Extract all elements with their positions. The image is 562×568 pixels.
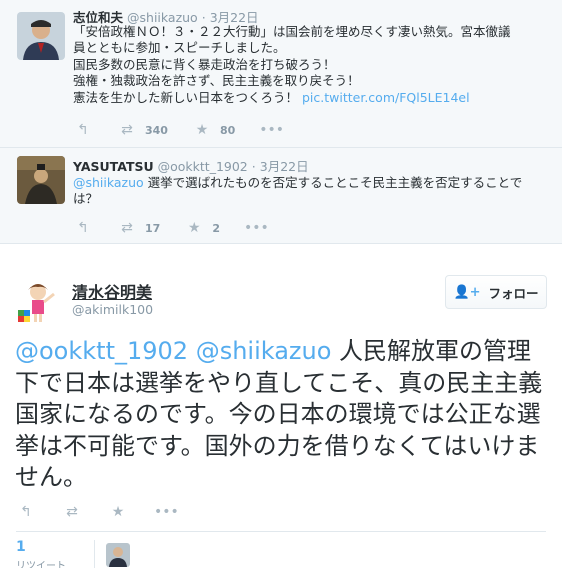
favorite-button[interactable]: ★ 2 [184, 221, 220, 235]
separator: · [201, 10, 206, 25]
retweet-button[interactable]: ⇄ 17 [117, 221, 160, 235]
tweet-yasutatsu[interactable]: YASUTATSU @ookktt_1902 · 3月22日 @shiikazuo 選… [0, 148, 562, 244]
reply-icon: ↰ [77, 220, 89, 236]
retweet-icon: ⇄ [66, 504, 78, 520]
separator: · [251, 159, 256, 174]
tweet-line: 憲法を生かした新しい日本をつくろう！ pic.twitter.com/FQl5L… [73, 90, 543, 106]
more-icon: ••• [259, 122, 285, 138]
retweet-button[interactable]: ⇄ [62, 505, 82, 519]
tweet-line-text: 憲法を生かした新しい日本をつくろう！ [73, 89, 302, 105]
tweet-line: 「安倍政権ＮＯ！３・２２大行動」は国会前を埋め尽くす凄い熱気。宮本徹議 [73, 24, 511, 39]
mention-links[interactable]: @ookktt_1902 @shiikazuo [15, 337, 331, 365]
more-icon: ••• [154, 504, 179, 520]
retweet-stat-label: リツイート [16, 561, 66, 568]
tweet-text: @shiikazuo 選挙で選ばれたものを否定することこそ民主主義を否定すること… [73, 175, 543, 208]
tweet-date[interactable]: 3月22日 [260, 159, 309, 174]
tweet-line: 国民多数の民意に背く暴走政治を打ち破ろう！ [73, 56, 336, 72]
retweet-count: 17 [145, 221, 161, 235]
tweet-actions: ↰ ⇄ ★ ••• [16, 503, 200, 521]
retweeter-avatar[interactable] [106, 543, 130, 567]
avatar-akimilk[interactable] [16, 276, 64, 324]
user-handle[interactable]: @shiikazuo [127, 10, 198, 25]
user-name[interactable]: 清水谷明美 [72, 279, 152, 303]
tweet-text: 「安倍政権ＮＯ！３・２２大行動」は国会前を埋め尽くす凄い熱気。宮本徹議 員ととも… [73, 24, 543, 106]
reply-icon: ↰ [77, 122, 89, 138]
user-name[interactable]: 志位和夫 [73, 10, 123, 25]
reply-icon: ↰ [20, 504, 32, 520]
retweet-icon: ⇄ [121, 220, 133, 236]
tweet-shiikazuo[interactable]: 志位和夫 @shiikazuo · 3月22日 「安倍政権ＮＯ！３・２２大行動」は国会… [0, 0, 562, 148]
tweet-line: @shiikazuo 選挙で選ばれたものを否定することこそ民主主義を否定すること… [73, 175, 543, 191]
retweet-stat-count[interactable]: 1 [16, 539, 26, 555]
tweet-actions: ↰ ⇄ 340 ★ 80 ••• [73, 121, 303, 139]
more-button[interactable]: ••• [259, 122, 285, 138]
favorite-button[interactable]: ★ [108, 505, 128, 519]
star-icon: ★ [188, 220, 201, 236]
tweet-line: は？ [73, 191, 99, 207]
retweet-count: 340 [145, 123, 168, 137]
reply-button[interactable]: ↰ [73, 221, 93, 235]
tweet-line: 強権・独裁政治を許さず、民主主義を取り戻そう！ [73, 73, 360, 89]
tweet-date[interactable]: 3月22日 [210, 10, 259, 25]
more-button[interactable]: ••• [154, 504, 179, 520]
avatar-shiikazuo[interactable] [17, 12, 65, 60]
user-handle[interactable]: @ookktt_1902 [158, 159, 248, 174]
add-user-icon: 👤+ [453, 284, 481, 300]
more-button[interactable]: ••• [243, 220, 269, 236]
tweet-line: 員とともに参加・スピーチしました。 [73, 40, 286, 56]
stat-divider [94, 540, 95, 568]
more-icon: ••• [243, 220, 269, 236]
retweet-icon: ⇄ [121, 122, 133, 138]
reply-button[interactable]: ↰ [73, 123, 93, 137]
tweet-text: @ookktt_1902 @shiikazuo 人民解放軍の管理下で日本は選挙を… [15, 336, 550, 494]
favorite-count: 2 [212, 221, 220, 235]
follow-button[interactable]: 👤+ フォロー [445, 275, 547, 309]
tweet-main: 清水谷明美 @akimilk100 👤+ フォロー @ookktt_1902 @… [0, 244, 562, 568]
star-icon: ★ [195, 122, 209, 138]
mention-link[interactable]: @shiikazuo [73, 175, 144, 190]
favorite-count: 80 [219, 123, 236, 137]
pic-link[interactable]: pic.twitter.com/FQl5LE14el [302, 90, 470, 105]
avatar-yasutatsu[interactable] [17, 156, 65, 204]
tweet-actions: ↰ ⇄ 17 ★ 2 ••• [73, 219, 288, 237]
divider [16, 531, 546, 532]
reply-button[interactable]: ↰ [16, 505, 36, 519]
follow-label: フォロー [488, 285, 539, 301]
tweet-line-text: 選挙で選ばれたものを否定することこそ民主主義を否定することで [143, 175, 523, 190]
tweet-header: YASUTATSU @ookktt_1902 · 3月22日 [73, 156, 309, 175]
retweet-button[interactable]: ⇄ 340 [117, 123, 168, 137]
user-name[interactable]: YASUTATSU [73, 159, 154, 174]
favorite-button[interactable]: ★ 80 [192, 122, 236, 138]
star-icon: ★ [111, 504, 125, 520]
user-handle[interactable]: @akimilk100 [72, 302, 153, 317]
